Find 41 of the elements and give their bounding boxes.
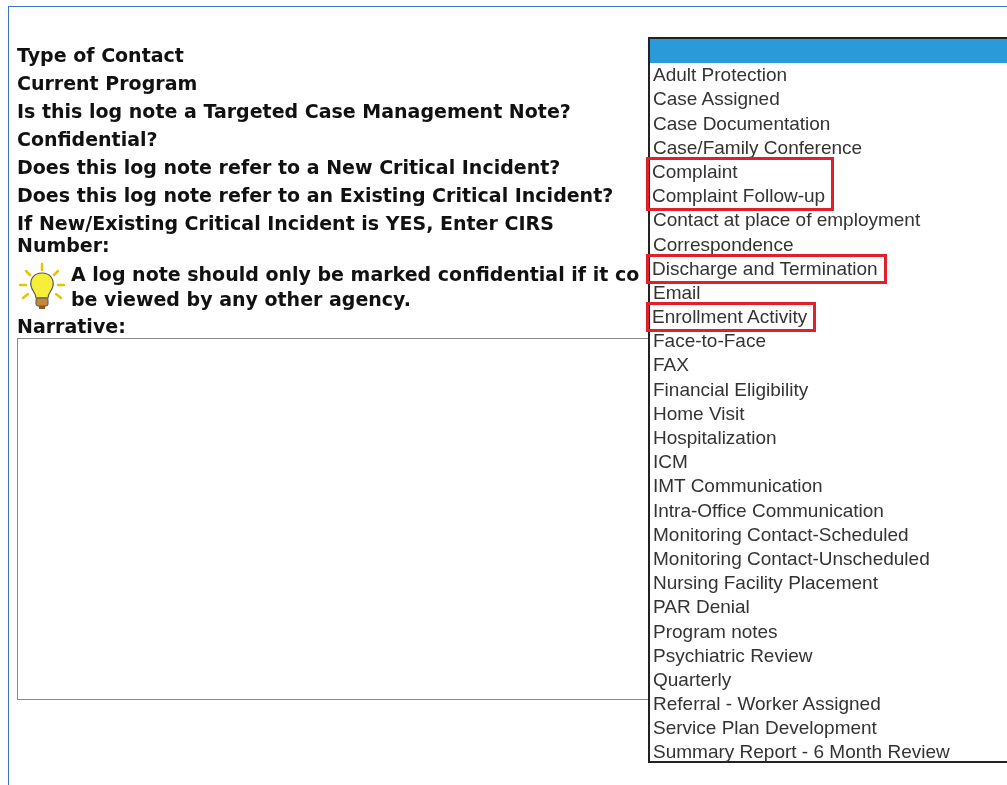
dropdown-option[interactable]: Case/Family Conference [650, 135, 1007, 160]
field-label: Is this log note a Targeted Case Management Note? [17, 99, 572, 124]
dropdown-option[interactable]: Enrollment Activity [649, 305, 808, 330]
dropdown-option[interactable]: Complaint [649, 159, 826, 185]
dropdown-option[interactable]: Monitoring Contact-Unscheduled [650, 546, 1007, 572]
dropdown-option[interactable]: Home Visit [650, 401, 1007, 426]
dropdown-option[interactable]: Case Assigned [650, 87, 1007, 112]
dropdown-option[interactable] [650, 39, 1007, 64]
field-label: Narrative: [17, 314, 126, 338]
dropdown-option[interactable]: Adult Protection [650, 63, 1007, 88]
dropdown-option[interactable]: Complaint Follow-up [649, 184, 826, 209]
lightbulb-icon [17, 262, 67, 312]
dropdown-option[interactable]: Correspondence [650, 232, 1007, 257]
dropdown-option[interactable]: Financial Eligibility [650, 377, 1007, 402]
tip-text: be viewed by any other agency. [71, 287, 412, 312]
dropdown-option[interactable]: Case Documentation [650, 111, 1007, 136]
dropdown-option[interactable]: Contact at place of employment [650, 208, 1007, 233]
dropdown-option[interactable]: Program notes [650, 619, 1007, 644]
field-label: Does this log note refer to a New Critical Incident? [17, 155, 562, 180]
dropdown-option[interactable]: IMT Communication [650, 474, 1007, 499]
field-label: Does this log note refer to an Existing Critical Incident? [17, 183, 615, 208]
tip-text: A log note should only be marked confidential if it co [71, 262, 640, 287]
dropdown-option[interactable]: ICM [650, 450, 1007, 475]
field-label: If New/Existing Critical Incident is YES, Enter CIRS Number: [17, 212, 555, 256]
field-label: Confidential? [17, 127, 159, 152]
dropdown-option[interactable]: PAR Denial [650, 595, 1007, 620]
dropdown-option[interactable]: Discharge and Termination [649, 256, 878, 281]
dropdown-option[interactable]: Nursing Facility Placement [650, 571, 1007, 596]
field-label: Type of Contact [17, 43, 185, 68]
dropdown-option[interactable]: Service Plan Development [650, 716, 1007, 741]
dropdown-option[interactable]: Email [650, 280, 1007, 306]
dropdown-option[interactable]: Psychiatric Review [650, 643, 1007, 668]
dropdown-option[interactable]: Quarterly [650, 667, 1007, 693]
dropdown-option[interactable]: Face-to-Face [650, 329, 1007, 354]
field-label: Current Program [17, 71, 199, 96]
dropdown-option[interactable]: Hospitalization [650, 426, 1007, 451]
dropdown-option[interactable]: Intra-Office Communication [650, 498, 1007, 523]
dropdown-option[interactable]: FAX [650, 353, 1007, 378]
dropdown-option[interactable]: Monitoring Contact-Scheduled [650, 522, 1007, 547]
dropdown-option[interactable]: Referral - Worker Assigned [650, 692, 1007, 717]
dropdown-option[interactable]: Summary Report - 6 Month Review [650, 740, 1007, 765]
